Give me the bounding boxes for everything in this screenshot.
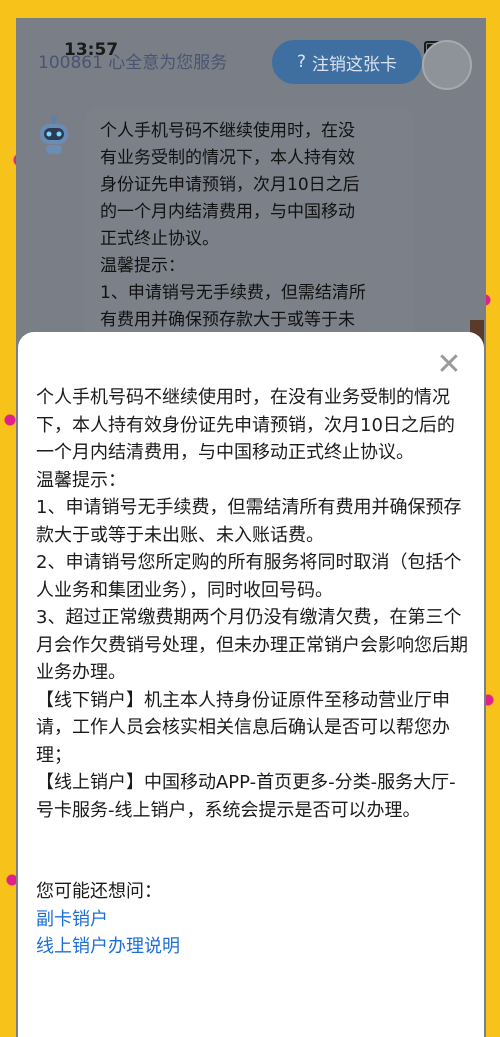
- info-modal: ✕ 个人手机号码不继续使用时，在没有业务受制的情况下，本人持有效身份证先申请预销…: [18, 332, 484, 1037]
- close-icon[interactable]: ✕: [436, 350, 462, 380]
- question-icon: ?: [296, 52, 307, 72]
- bubble-line: 温馨提示：: [100, 256, 185, 276]
- service-slogan: 100861 心全意为您服务: [38, 53, 228, 73]
- bubble-line: 1、申请销号无手续费，但需结清所: [100, 283, 366, 303]
- cancel-card-label: 注销这张卡: [312, 54, 398, 75]
- modal-body: 个人手机号码不继续使用时，在没有业务受制的情况下，本人持有效身份证先申请预销，次…: [36, 384, 468, 961]
- bubble-line: 正式终止协议。: [100, 229, 219, 249]
- bubble-line: 的一个月内结清费用，与中国移动: [100, 202, 355, 222]
- robot-icon: [40, 115, 68, 154]
- suggest-link-online-cancel[interactable]: 线上销户办理说明: [36, 933, 468, 961]
- bubble-line: 有费用并确保预存款大于或等于未: [100, 310, 355, 330]
- cancel-card-button[interactable]: ? 注销这张卡: [272, 40, 422, 84]
- user-avatar[interactable]: [422, 40, 472, 90]
- bubble-line: 有业务受制的情况下，本人持有效: [100, 148, 355, 168]
- modal-paragraph: 个人手机号码不继续使用时，在没有业务受制的情况下，本人持有效身份证先申请预销，次…: [36, 387, 455, 463]
- suggest-title: 您可能还想问：: [36, 881, 162, 902]
- bubble-line: 身份证先申请预销，次月10日之后: [100, 175, 360, 195]
- suggest-link-secondary-card[interactable]: 副卡销户: [36, 906, 468, 934]
- modal-paragraph: 1、申请销号无手续费，但需结清所有费用并确保预存款大于或等于未出账、未入账话费。: [36, 497, 462, 546]
- modal-paragraph: 2、申请销号您所定购的所有服务将同时取消（包括个人业务和集团业务），同时收回号码…: [36, 552, 462, 601]
- bubble-line: 个人手机号码不继续使用时，在没: [100, 121, 355, 141]
- modal-paragraph: 温馨提示：: [36, 469, 126, 491]
- chat-bubble: 个人手机号码不继续使用时，在没 有业务受制的情况下，本人持有效 身份证先申请预销…: [84, 108, 414, 368]
- modal-paragraph: 【线下销户】机主本人持身份证原件至移动营业厅申请，工作人员会核实相关信息后确认是…: [36, 689, 450, 766]
- modal-paragraph: 【线上销户】中国移动APP-首页更多-分类-服务大厅-号卡服务-线上销户，系统会…: [36, 772, 456, 821]
- modal-paragraph: 3、超过正常缴费期两个月仍没有缴清欠费，在第三个月会作欠费销号处理，但未办理正常…: [36, 607, 468, 683]
